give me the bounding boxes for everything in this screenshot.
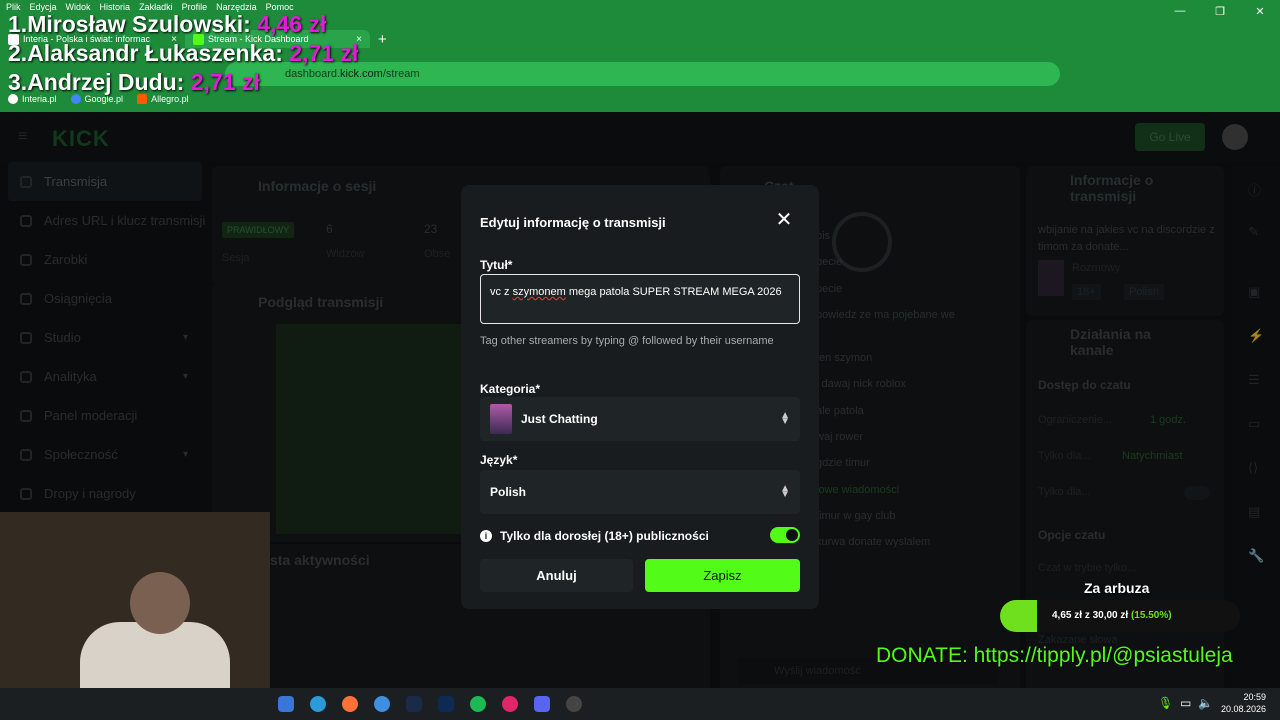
cancel-button[interactable]: Anuluj bbox=[480, 559, 633, 592]
system-clock[interactable]: 20:59 20.08.2026 bbox=[1221, 691, 1266, 715]
app2-icon[interactable] bbox=[502, 696, 518, 712]
info-icon: i bbox=[480, 530, 492, 542]
tag-hint: Tag other streamers by typing @ followed… bbox=[480, 335, 774, 347]
donor-name: Andrzej Dudu: bbox=[27, 69, 185, 95]
microphone-icon[interactable]: 🎙 bbox=[1158, 696, 1173, 710]
lightroom-icon[interactable] bbox=[406, 696, 422, 712]
goal-current: 4,65 zł bbox=[1052, 610, 1083, 621]
donor-row: 2.Alaksandr Łukaszenka: 2,71 zł bbox=[8, 39, 358, 68]
sort-arrows-icon: ▲ ▼ bbox=[780, 410, 790, 427]
close-window-icon[interactable]: ✕ bbox=[1240, 0, 1280, 22]
title-text-rest: mega patola SUPER STREAM MEGA 2026 bbox=[565, 286, 782, 298]
donor-rank: 1. bbox=[8, 11, 28, 37]
language-value: Polish bbox=[490, 485, 527, 499]
title-text-misspelled: szymonem bbox=[512, 286, 566, 298]
donate-link-text: DONATE: https://tipply.pl/@psiastuleja bbox=[876, 644, 1233, 667]
save-button[interactable]: Zapisz bbox=[645, 559, 800, 592]
clock-time: 20:59 bbox=[1243, 692, 1266, 702]
donor-row: 1.Mirosław Szulowski: 4,46 zł bbox=[8, 10, 358, 39]
category-select[interactable]: Just Chatting ▲ ▼ bbox=[480, 397, 800, 441]
clock-date: 20.08.2026 bbox=[1220, 704, 1266, 714]
goal-separator: z bbox=[1084, 610, 1090, 621]
sort-arrows-icon: ▲ ▼ bbox=[780, 483, 790, 500]
obs-icon[interactable] bbox=[566, 696, 582, 712]
goal-target: 30,00 zł bbox=[1092, 610, 1129, 621]
title-input[interactable]: vc z szymonem mega patola SUPER STREAM M… bbox=[480, 274, 800, 324]
taskbar: 🎙 ▭ 🔈 20:59 20.08.2026 bbox=[0, 688, 1280, 720]
goal-progress-fill bbox=[1000, 600, 1038, 632]
toggle-knob bbox=[786, 529, 798, 541]
category-label: Kategoria* bbox=[480, 382, 541, 396]
category-value: Just Chatting bbox=[521, 412, 598, 426]
discord-icon[interactable] bbox=[534, 696, 550, 712]
donor-amount: 2,71 zł bbox=[289, 40, 359, 66]
goal-title: Za arbuza bbox=[1084, 580, 1150, 596]
goal-percent: (15.50%) bbox=[1130, 610, 1172, 621]
category-thumbnail bbox=[490, 404, 512, 434]
volume-icon[interactable]: 🔈 bbox=[1198, 696, 1213, 710]
maximize-icon[interactable]: ❐ bbox=[1200, 0, 1240, 22]
goal-progress-text: 4,65 zł z 30,00 zł (15.50%) bbox=[1052, 610, 1172, 621]
donor-leaderboard-overlay: 1.Mirosław Szulowski: 4,46 zł 2.Alaksand… bbox=[8, 10, 358, 97]
url-path: /stream bbox=[382, 68, 420, 80]
photoshop-icon[interactable] bbox=[438, 696, 454, 712]
donor-rank: 2. bbox=[8, 40, 28, 66]
person-head bbox=[130, 572, 190, 634]
donation-goal-widget: Za arbuza 4,65 zł z 30,00 zł (15.50%) bbox=[998, 578, 1248, 632]
title-label: Tytuł* bbox=[480, 258, 513, 272]
window-controls: — ❐ ✕ bbox=[1160, 0, 1280, 22]
adult-audience-toggle[interactable] bbox=[770, 527, 800, 543]
modal-title: Edytuj informację o transmisji bbox=[480, 215, 666, 230]
network-icon[interactable]: ▭ bbox=[1180, 696, 1191, 710]
adult-audience-label: Tylko dla dorosłej (18+) publiczności bbox=[500, 529, 709, 543]
edit-stream-info-modal: Edytuj informację o transmisji ✕ Tytuł* … bbox=[461, 185, 819, 609]
minimize-icon[interactable]: — bbox=[1160, 0, 1200, 22]
spotify-icon[interactable] bbox=[470, 696, 486, 712]
donor-rank: 3. bbox=[8, 69, 28, 95]
close-icon[interactable]: ✕ bbox=[774, 210, 794, 231]
adult-audience-row: i Tylko dla dorosłej (18+) publiczności bbox=[480, 529, 709, 543]
donor-row: 3.Andrzej Dudu: 2,71 zł bbox=[8, 68, 358, 97]
language-select[interactable]: Polish ▲ ▼ bbox=[480, 470, 800, 514]
goal-progress-bar: 4,65 zł z 30,00 zł (15.50%) bbox=[1000, 600, 1240, 632]
new-tab-button[interactable]: + bbox=[378, 31, 387, 48]
edge-icon[interactable] bbox=[310, 696, 326, 712]
language-label: Język* bbox=[480, 453, 518, 467]
start-icon[interactable] bbox=[278, 696, 294, 712]
firefox-icon[interactable] bbox=[342, 696, 358, 712]
donor-name: Alaksandr Łukaszenka: bbox=[27, 40, 283, 66]
donor-amount: 2,71 zł bbox=[190, 69, 260, 95]
donor-name: Mirosław Szulowski: bbox=[27, 11, 251, 37]
donor-amount: 4,46 zł bbox=[257, 11, 327, 37]
title-text-prefix: vc z bbox=[490, 286, 513, 298]
app-icon[interactable] bbox=[374, 696, 390, 712]
webcam-feed bbox=[0, 512, 270, 688]
